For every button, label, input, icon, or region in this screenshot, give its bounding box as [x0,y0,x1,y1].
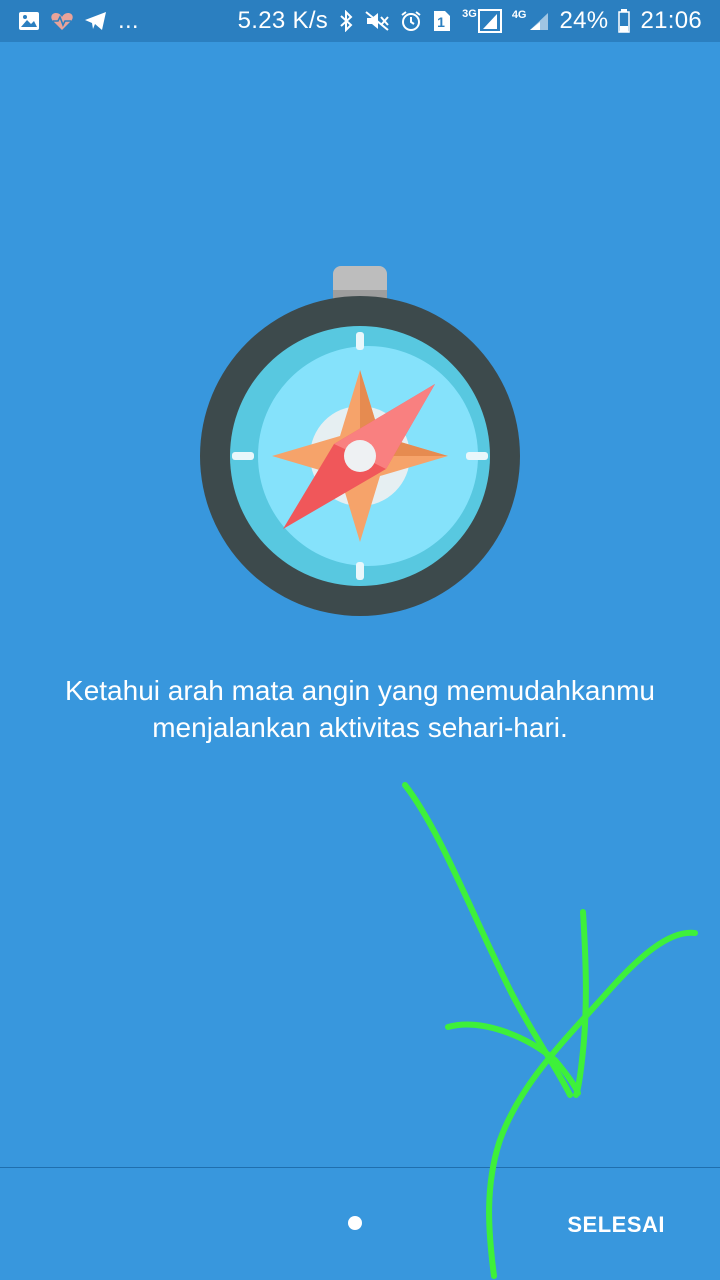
status-bar-left: ... [18,7,139,35]
net-speed: 5.23 K/s [237,7,329,34]
signal-3g-icon: 3G [462,9,502,33]
battery-percent: 24% [559,7,609,34]
sim-icon: 1 [432,9,452,33]
compass-icon [190,264,530,664]
network-4g-label: 4G [511,9,527,21]
signal-4g-icon: 4G [512,10,550,32]
alarm-icon [400,10,422,32]
network-3g-label: 3G [462,8,477,20]
bluetooth-icon [338,10,354,32]
onboarding-description: Ketahui arah mata angin yang memudahkanm… [65,675,655,743]
more-notifications: ... [118,7,139,34]
status-bar-right: 5.23 K/s 1 3G 4G 24% 21:06 [238,7,702,35]
done-button[interactable]: SELESAI [567,1210,665,1240]
mute-icon [364,10,390,32]
battery-icon [618,9,631,33]
gallery-icon [18,11,40,31]
onboarding-page: Ketahui arah mata angin yang memudahkanm… [0,42,720,1168]
clock: 21:06 [640,7,702,34]
status-bar: ... 5.23 K/s 1 3G 4G 24% 21:06 [0,0,720,42]
onboarding-footer: SELESAI [0,1168,720,1280]
heart-rate-icon [50,11,74,31]
page-indicator-dot [348,1216,362,1230]
telegram-icon [84,11,108,31]
